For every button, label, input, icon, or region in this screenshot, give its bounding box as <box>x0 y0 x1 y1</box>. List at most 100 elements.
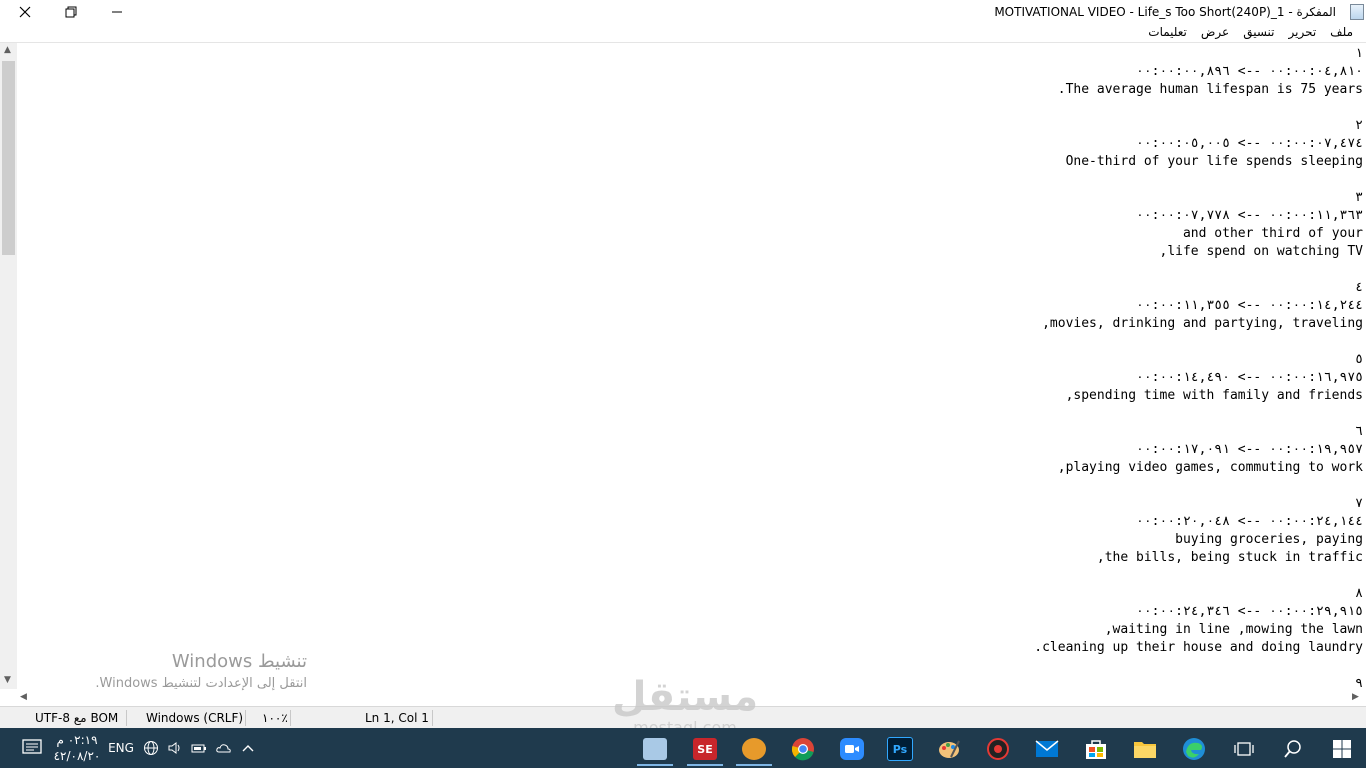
start-icon <box>1333 740 1351 758</box>
activation-title: تنشيط Windows <box>171 651 307 672</box>
media-taskbar-button[interactable] <box>976 732 1020 766</box>
photoshop-taskbar-button[interactable]: Ps <box>878 732 922 766</box>
zoom-taskbar-button[interactable] <box>830 732 874 766</box>
status-divider <box>290 710 291 726</box>
paint-taskbar-button[interactable] <box>927 732 971 766</box>
text-line: ٥ <box>1355 352 1363 367</box>
window-title: المفكرة - MOTIVATIONAL VIDEO - Life_s To… <box>994 5 1336 19</box>
battery-icon[interactable] <box>188 728 210 768</box>
editor-text: ١ ٠٠:٠٠:٠٤,٨١٠ --> ٠٠:٠٠:٠٠,٨٩٦ .The avera… <box>1034 45 1363 689</box>
text-editor[interactable]: ١ ٠٠:٠٠:٠٤,٨١٠ --> ٠٠:٠٠:٠٠,٨٩٦ .The avera… <box>17 43 1366 689</box>
start-button[interactable] <box>1320 732 1364 766</box>
text-line: ٠٠:٠٠:٢٩,٩١٥ --> ٠٠:٠٠:٢٤,٣٤٦ <box>1136 604 1363 619</box>
store-taskbar-button[interactable] <box>1074 732 1118 766</box>
menu-file[interactable]: ملف <box>1323 25 1360 39</box>
text-line: ٣ <box>1355 190 1363 205</box>
notification-center-button[interactable] <box>14 728 50 768</box>
text-line <box>1034 99 1363 117</box>
mostaql-arabic: مستقل <box>611 674 759 720</box>
text-line: ٠٠:٠٠:٢٤,١٤٤ --> ٠٠:٠٠:٢٠,٠٤٨ <box>1136 514 1363 529</box>
search-button[interactable] <box>1271 732 1315 766</box>
vertical-scrollbar[interactable]: ▲ ▼ <box>0 43 17 689</box>
close-button[interactable] <box>2 0 48 24</box>
text-line <box>1034 261 1363 279</box>
minimize-button[interactable] <box>94 0 140 24</box>
text-line <box>1034 171 1363 189</box>
media-icon <box>987 738 1009 760</box>
text-line: ٠٠:٠٠:٠٧,٤٧٤ --> ٠٠:٠٠:٠٥,٠٠٥ <box>1136 136 1363 151</box>
text-line: ٢ <box>1355 118 1363 133</box>
app-icon <box>742 738 766 760</box>
text-line: ,the bills, being stuck in traffic <box>1096 550 1363 565</box>
onedrive-icon[interactable] <box>212 728 236 768</box>
status-divider <box>126 710 127 726</box>
status-encoding: UTF-8 مع BOM <box>35 711 119 725</box>
menu-help[interactable]: تعليمات <box>1141 25 1194 39</box>
store-icon <box>1086 740 1106 759</box>
volume-icon[interactable] <box>164 728 186 768</box>
text-line <box>1034 333 1363 351</box>
text-line <box>1034 477 1363 495</box>
network-globe-icon[interactable] <box>140 728 162 768</box>
text-line: ,waiting in line ,mowing the lawn <box>1104 622 1363 637</box>
text-line <box>1034 567 1363 585</box>
text-line <box>1034 405 1363 423</box>
chrome-icon <box>791 738 814 761</box>
text-line: ٠٠:٠٠:٠٤,٨١٠ --> ٠٠:٠٠:٠٠,٨٩٦ <box>1136 64 1363 79</box>
chevron-up-icon[interactable] <box>238 728 258 768</box>
file-explorer-taskbar-button[interactable] <box>1123 732 1167 766</box>
text-line: ٧ <box>1355 496 1363 511</box>
notepad-icon <box>1350 4 1364 20</box>
minimize-icon <box>112 11 122 13</box>
scroll-right-icon[interactable]: ▶ <box>1352 692 1359 702</box>
text-line: buying groceries, paying <box>1175 532 1363 547</box>
title-bar: المفكرة - MOTIVATIONAL VIDEO - Life_s To… <box>0 0 1366 24</box>
text-line: .The average human lifespan is 75 years <box>1057 82 1363 97</box>
status-divider <box>245 710 246 726</box>
zoom-icon <box>840 738 864 760</box>
clock-date: ٤٢/٠٨/٢٠ <box>53 749 101 763</box>
app-taskbar-button[interactable] <box>732 732 776 766</box>
scrollbar-thumb[interactable] <box>2 61 15 255</box>
text-line: ٠٠:٠٠:١٦,٩٧٥ --> ٠٠:٠٠:١٤,٤٩٠ <box>1136 370 1363 385</box>
close-icon <box>19 6 31 18</box>
mail-taskbar-button[interactable] <box>1025 732 1069 766</box>
menu-format[interactable]: تنسيق <box>1236 25 1281 39</box>
search-icon <box>1284 740 1301 758</box>
text-line: ٤ <box>1355 280 1363 295</box>
text-line: ,movies, drinking and partying, travelin… <box>1042 316 1363 331</box>
language-indicator[interactable]: ENG <box>106 728 136 768</box>
text-line: ٠٠:٠٠:١١,٣٦٣ --> ٠٠:٠٠:٠٧,٧٧٨ <box>1136 208 1363 223</box>
status-position: Ln 1, Col 1 <box>365 711 429 725</box>
menu-view[interactable]: عرض <box>1194 25 1236 39</box>
notepad-icon <box>643 738 667 760</box>
scroll-left-icon[interactable]: ◀ <box>20 692 27 702</box>
text-line: ٠٠:٠٠:١٩,٩٥٧ --> ٠٠:٠٠:١٧,٠٩١ <box>1136 442 1363 457</box>
subtitle-edit-taskbar-button[interactable]: SE <box>683 732 727 766</box>
notepad-taskbar-button[interactable] <box>633 732 677 766</box>
text-line: ,life spend on watching TV <box>1159 244 1364 259</box>
restore-button[interactable] <box>48 0 94 24</box>
text-line: .cleaning up their house and doing laund… <box>1034 640 1363 655</box>
clock[interactable]: ٠٢:١٩ م ٤٢/٠٨/٢٠ <box>52 728 102 768</box>
mail-icon <box>1035 740 1059 757</box>
activation-subtitle: انتقل إلى الإعدادت لتنشيط Windows. <box>95 676 307 691</box>
taskbar: ٠٢:١٩ م ٤٢/٠٨/٢٠ ENG SE Ps <box>0 728 1366 768</box>
active-indicator <box>736 764 772 766</box>
scroll-down-icon[interactable]: ▼ <box>4 675 11 685</box>
menu-edit[interactable]: تحرير <box>1282 25 1324 39</box>
task-view-icon <box>1234 742 1254 756</box>
chrome-taskbar-button[interactable] <box>781 732 825 766</box>
file-explorer-icon <box>1134 742 1156 758</box>
paint-icon <box>939 740 960 758</box>
text-line: ٦ <box>1355 424 1363 439</box>
edge-taskbar-button[interactable] <box>1172 732 1216 766</box>
text-line: One-third of your life spends sleeping <box>1065 154 1363 169</box>
active-indicator <box>687 764 723 766</box>
windows-activation-watermark: تنشيط Windows انتقل إلى الإعدادت لتنشيط … <box>67 651 307 691</box>
scroll-up-icon[interactable]: ▲ <box>4 45 11 55</box>
restore-icon <box>65 6 77 18</box>
active-indicator <box>637 764 673 766</box>
task-view-button[interactable] <box>1222 732 1266 766</box>
text-line <box>1034 657 1363 675</box>
